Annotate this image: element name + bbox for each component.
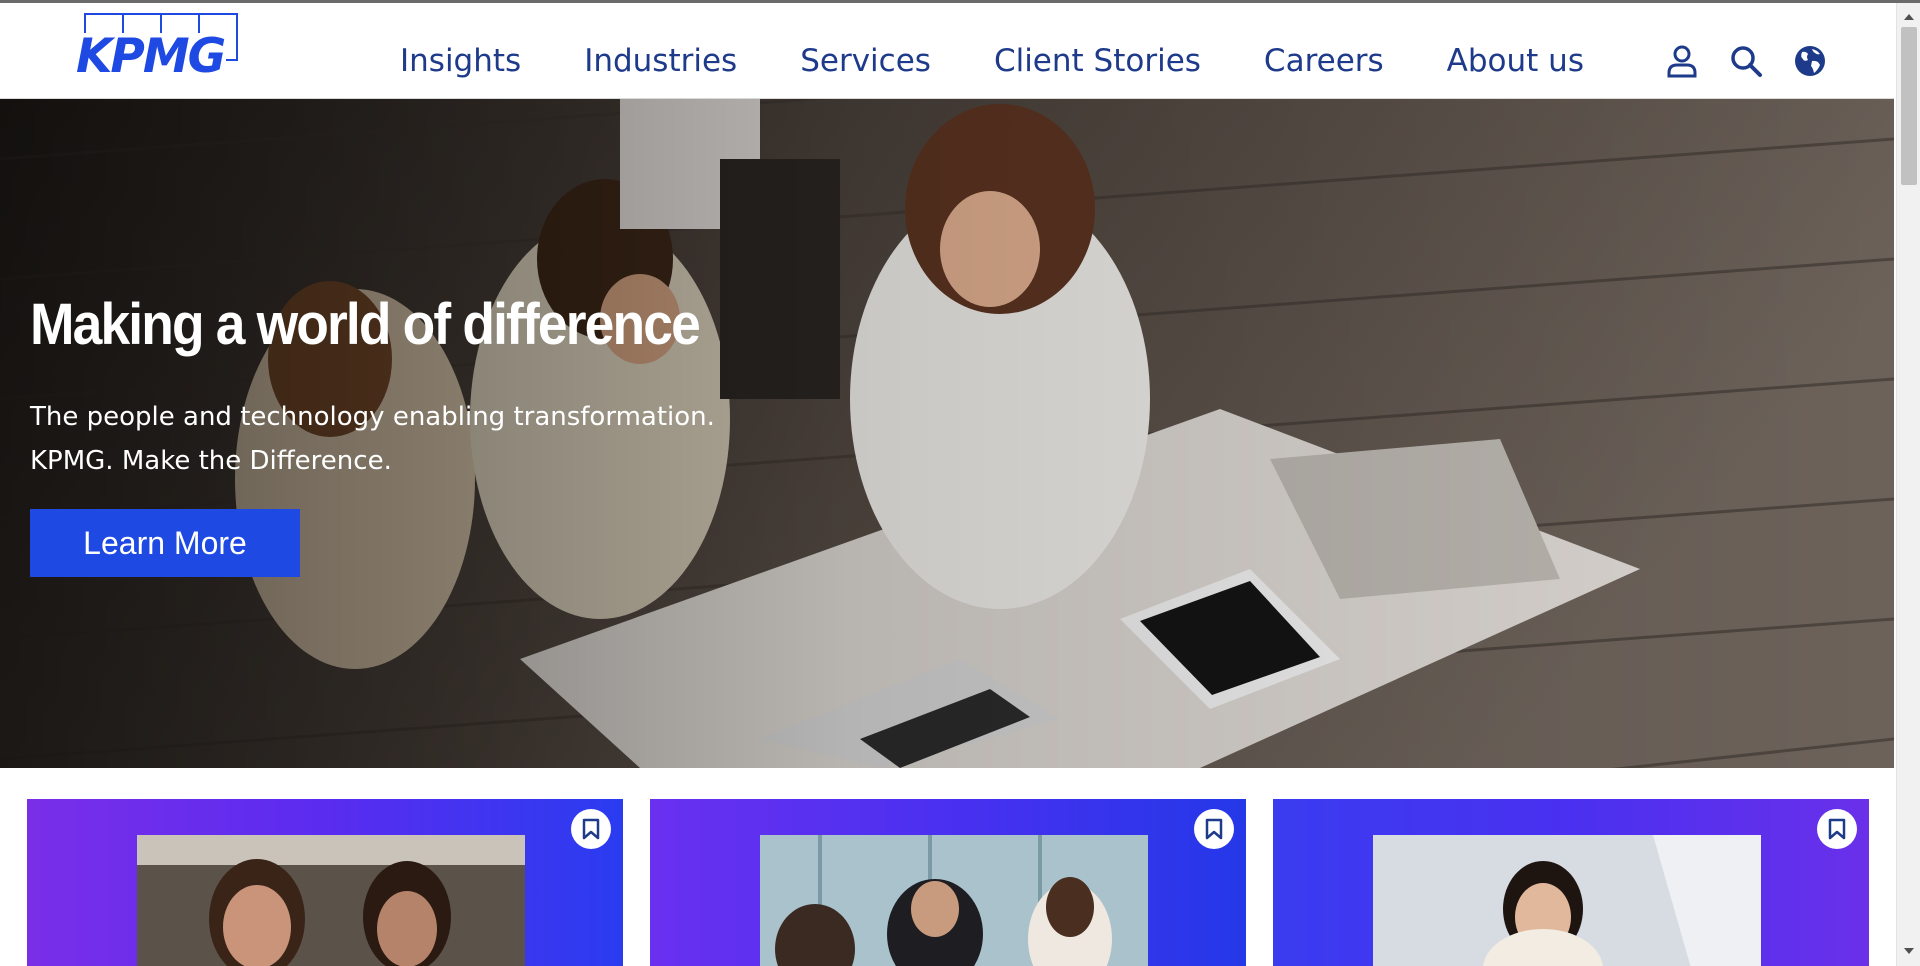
- card-1-bookmark[interactable]: [571, 809, 611, 849]
- hero-title: Making a world of difference: [30, 292, 701, 357]
- hero-subtitle: The people and technology enabling trans…: [30, 395, 790, 483]
- main-nav: Insights Industries Services Client Stor…: [400, 46, 1584, 77]
- nav-client-stories[interactable]: Client Stories: [994, 46, 1201, 77]
- card-2-bookmark[interactable]: [1194, 809, 1234, 849]
- header-icons: [1664, 43, 1828, 79]
- card-2-background: [650, 799, 1246, 966]
- card-3[interactable]: [1273, 799, 1869, 966]
- card-2[interactable]: [650, 799, 1246, 966]
- card-1-background: [27, 799, 623, 966]
- card-3-bookmark[interactable]: [1817, 809, 1857, 849]
- bookmark-icon: [582, 818, 600, 840]
- hero-banner: Making a world of difference The people …: [0, 99, 1894, 768]
- scroll-up-arrow-icon[interactable]: [1897, 9, 1920, 25]
- hero-subtitle-line-1: The people and technology enabling trans…: [30, 402, 715, 432]
- hero-subtitle-line-2: KPMG. Make the Difference.: [30, 446, 392, 476]
- card-1[interactable]: [27, 799, 623, 966]
- nav-careers[interactable]: Careers: [1264, 46, 1384, 77]
- kpmg-logo[interactable]: KPMG: [74, 13, 244, 83]
- learn-more-button[interactable]: Learn More: [30, 509, 300, 577]
- nav-insights[interactable]: Insights: [400, 46, 521, 77]
- featured-cards: [27, 799, 1869, 966]
- scrollbar-thumb[interactable]: [1901, 27, 1917, 185]
- nav-services[interactable]: Services: [800, 46, 931, 77]
- logo-wordmark: KPMG: [74, 29, 226, 84]
- page-scrollbar[interactable]: [1896, 3, 1920, 966]
- scroll-down-arrow-icon[interactable]: [1897, 943, 1920, 959]
- nav-industries[interactable]: Industries: [584, 46, 737, 77]
- globe-icon[interactable]: [1792, 43, 1828, 79]
- site-header: KPMG Insights Industries Services Client…: [0, 3, 1894, 99]
- search-icon[interactable]: [1728, 43, 1764, 79]
- card-3-background: [1273, 799, 1869, 966]
- user-icon[interactable]: [1664, 43, 1700, 79]
- bookmark-icon: [1828, 818, 1846, 840]
- bookmark-icon: [1205, 818, 1223, 840]
- nav-about-us[interactable]: About us: [1447, 46, 1584, 77]
